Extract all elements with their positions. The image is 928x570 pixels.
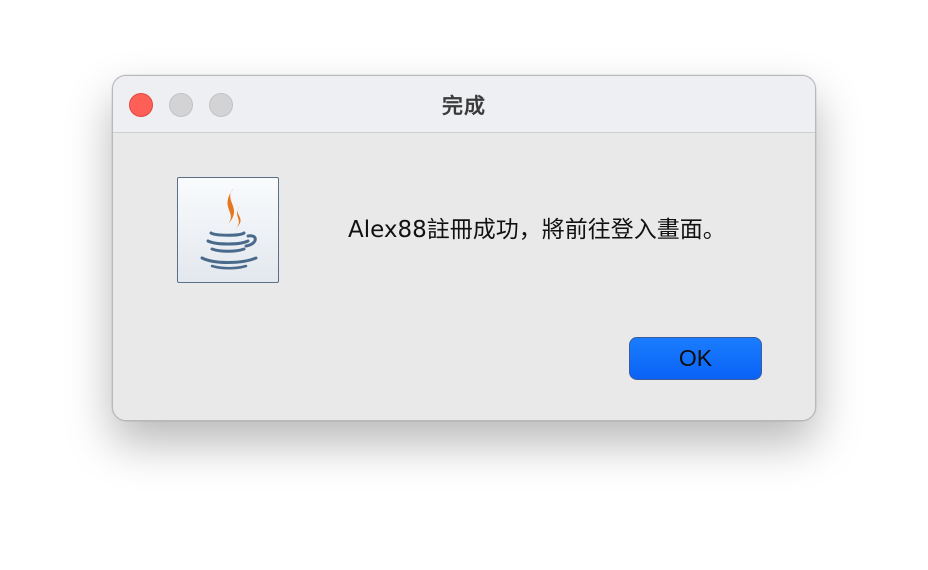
dialog-window: 完成 Alex88註冊成功，將前往登入畫面。 OK bbox=[112, 75, 816, 421]
title-bar: 完成 bbox=[113, 76, 815, 133]
dialog-message: Alex88註冊成功，將前往登入畫面。 bbox=[348, 217, 726, 243]
java-coffee-cup-icon bbox=[177, 177, 279, 283]
ok-button[interactable]: OK bbox=[629, 337, 762, 380]
desktop-background: 完成 Alex88註冊成功，將前往登入畫面。 OK bbox=[0, 0, 928, 570]
window-title: 完成 bbox=[442, 94, 486, 118]
